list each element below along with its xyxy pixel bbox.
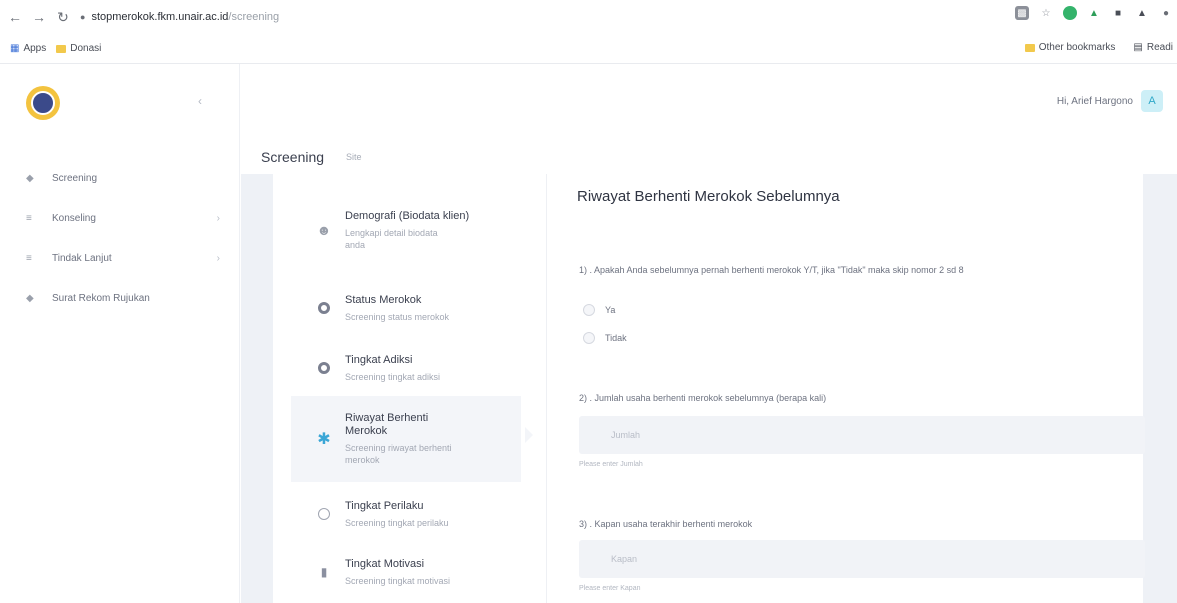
step-tingkat-adiksi[interactable]: Tingkat Adiksi Screening tingkat adiksi xyxy=(291,342,521,394)
radio-button[interactable] xyxy=(583,332,595,344)
address-bar[interactable]: ● stopmerokok.fkm.unair.ac.id/screening xyxy=(80,11,279,23)
user-menu[interactable]: Hi, Arief Hargono A xyxy=(1057,90,1163,112)
browser-nav: ← → ↻ xyxy=(0,6,74,28)
option-tidak[interactable]: Tidak xyxy=(583,332,627,344)
step-title: Status Merokok xyxy=(345,293,422,306)
form-title: Riwayat Berhenti Merokok Sebelumnya xyxy=(577,188,840,205)
sidebar-item-label: Tindak Lanjut xyxy=(52,252,112,264)
chevron-right-icon: › xyxy=(216,212,220,224)
sidebar-item-konseling[interactable]: ≡ Konseling › xyxy=(0,198,240,238)
step-desc: Screening riwayat berhenti merokok xyxy=(345,443,452,465)
lock-icon: ● xyxy=(80,12,86,22)
drive-icon[interactable]: ▲ xyxy=(1087,6,1101,20)
back-icon[interactable]: ← xyxy=(4,6,26,28)
translate-icon[interactable]: ▩ xyxy=(1015,6,1029,20)
sidebar: ‹ ◆ Screening ≡ Konseling › ≡ Tindak Lan… xyxy=(0,64,240,603)
step-status-merokok[interactable]: Status Merokok Screening status merokok xyxy=(291,282,521,334)
wizard-steps: ☻ Demografi (Biodata klien) Lengkapi det… xyxy=(273,174,547,603)
bullet-icon: ◆ xyxy=(26,172,34,184)
user-greeting: Hi, Arief Hargono xyxy=(1056,95,1133,107)
extension-pin-icon[interactable]: ▲ xyxy=(1135,6,1149,20)
folder-icon xyxy=(1024,43,1035,52)
step-form: Riwayat Berhenti Merokok Sebelumnya 1) .… xyxy=(577,174,1145,603)
person-icon: ☻ xyxy=(316,222,332,238)
collapse-sidebar-icon[interactable]: ‹ xyxy=(198,94,202,108)
step-desc: Lengkapi detail biodata anda xyxy=(345,227,438,250)
bookmark-apps[interactable]: ▦ Apps xyxy=(10,43,46,54)
page-header: Screening Site xyxy=(241,140,1177,174)
bookmark-donasi[interactable]: Donasi xyxy=(56,43,101,54)
forward-icon[interactable]: → xyxy=(28,6,50,28)
step-tingkat-motivasi[interactable]: ▮ Tingkat Motivasi Screening tingkat mot… xyxy=(291,546,521,598)
browser-toolbar: ← → ↻ ● stopmerokok.fkm.unair.ac.id/scre… xyxy=(0,0,1177,34)
list-icon: ≡ xyxy=(26,252,32,264)
kapan-input[interactable] xyxy=(579,540,1145,578)
bookmarks-bar: ▦ Apps Donasi Other bookmarks ▤ Readi xyxy=(0,34,1177,64)
sidebar-item-screening[interactable]: ◆ Screening xyxy=(0,158,240,198)
question-3-label: 3) . Kapan usaha terakhir berhenti merok… xyxy=(579,519,753,529)
jumlah-help-text: Please enter Jumlah xyxy=(579,461,643,468)
bookmark-other[interactable]: Other bookmarks xyxy=(1024,42,1115,53)
reload-icon[interactable]: ↻ xyxy=(52,6,74,28)
apps-grid-icon: ▦ xyxy=(10,43,20,54)
step-riwayat-berhenti-merokok[interactable]: ✱ Riwayat Berhenti Merokok Screening riw… xyxy=(291,396,521,482)
star-icon[interactable]: ☆ xyxy=(1039,6,1053,20)
sidebar-item-label: Surat Rekom Rujukan xyxy=(52,292,150,304)
list-icon: ≡ xyxy=(26,212,32,224)
reading-list-icon: ▤ xyxy=(1133,42,1143,53)
avatar[interactable]: A xyxy=(1141,90,1163,112)
sidebar-item-label: Konseling xyxy=(52,212,96,224)
bar-chart-icon: ▮ xyxy=(320,565,328,579)
sidebar-item-label: Screening xyxy=(52,172,98,184)
active-step-pointer xyxy=(525,427,533,443)
lightning-icon: ✱ xyxy=(317,431,331,448)
bookmark-reading-list[interactable]: ▤ Readi xyxy=(1133,42,1173,53)
logo-emblem-icon xyxy=(31,91,55,115)
step-title: Tingkat Perilaku xyxy=(345,499,424,512)
bullet-icon: ◆ xyxy=(26,292,34,304)
jumlah-input[interactable] xyxy=(579,416,1145,454)
main-content: ☻ Demografi (Biodata klien) Lengkapi det… xyxy=(241,174,1177,603)
sidebar-item-surat-rekom-rujukan[interactable]: ◆ Surat Rekom Rujukan xyxy=(0,278,240,318)
kapan-help-text: Please enter Kapan xyxy=(579,585,641,592)
step-demografi[interactable]: ☻ Demografi (Biodata klien) Lengkapi det… xyxy=(291,190,521,270)
sidebar-item-tindak-lanjut[interactable]: ≡ Tindak Lanjut › xyxy=(0,238,240,278)
option-ya[interactable]: Ya xyxy=(583,304,615,316)
url-path: /screening xyxy=(228,11,280,23)
circle-icon xyxy=(318,302,330,314)
extension-puzzle-icon[interactable]: ■ xyxy=(1111,6,1125,20)
question-1-label: 1) . Apakah Anda sebelumnya pernah berhe… xyxy=(579,265,964,275)
url-host: stopmerokok.fkm.unair.ac.id xyxy=(91,11,229,23)
radio-button[interactable] xyxy=(583,304,595,316)
step-desc: Screening tingkat adiksi xyxy=(345,371,441,382)
step-desc: Screening status merokok xyxy=(345,311,450,322)
step-title: Tingkat Motivasi xyxy=(345,557,425,570)
page-title: Screening xyxy=(261,149,325,165)
step-title: Tingkat Adiksi xyxy=(345,353,413,366)
extension-green-icon[interactable] xyxy=(1063,6,1077,20)
bookmarks-right: Other bookmarks ▤ Readi xyxy=(1015,42,1173,53)
step-desc: Screening tingkat perilaku xyxy=(345,517,449,528)
step-desc: Screening tingkat motivasi xyxy=(345,575,451,586)
circle-outline-icon xyxy=(318,508,330,520)
logo[interactable] xyxy=(26,86,60,120)
profile-icon[interactable]: ● xyxy=(1159,6,1173,20)
folder-icon xyxy=(56,44,67,53)
question-2-label: 2) . Jumlah usaha berhenti merokok sebel… xyxy=(579,393,827,403)
sidebar-menu: ◆ Screening ≡ Konseling › ≡ Tindak Lanju… xyxy=(0,158,240,318)
step-title: Riwayat Berhenti Merokok xyxy=(345,412,429,437)
page-subtitle: Site xyxy=(346,152,362,162)
chevron-right-icon: › xyxy=(216,252,220,264)
step-tingkat-perilaku[interactable]: Tingkat Perilaku Screening tingkat peril… xyxy=(291,488,521,540)
extension-icons: ▩ ☆ ▲ ■ ▲ ● xyxy=(1015,6,1173,20)
top-header: Hi, Arief Hargono A xyxy=(241,64,1177,140)
circle-icon xyxy=(318,362,330,374)
screening-wizard: ☻ Demografi (Biodata klien) Lengkapi det… xyxy=(273,174,1145,603)
step-title: Demografi (Biodata klien) xyxy=(345,209,470,222)
